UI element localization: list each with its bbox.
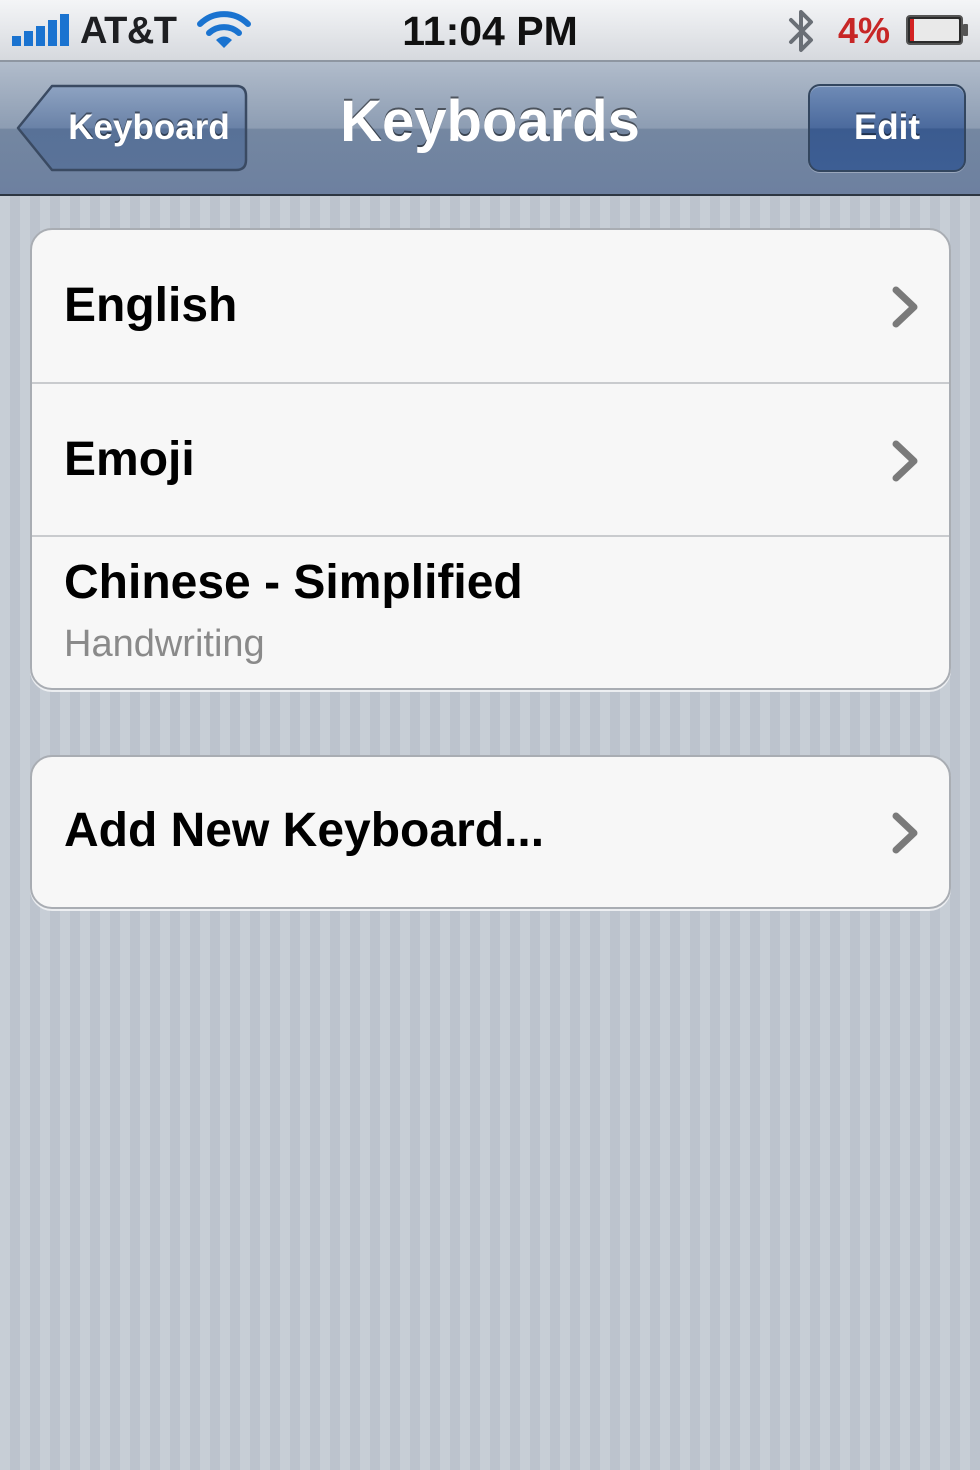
battery-percent: 4%	[838, 10, 891, 51]
chevron-right-icon	[892, 286, 918, 328]
add-new-keyboard-row[interactable]: Add New Keyboard...	[32, 757, 949, 907]
add-keyboard-group: Add New Keyboard...	[30, 755, 951, 909]
back-button[interactable]: Keyboard	[16, 84, 248, 172]
chevron-right-icon	[892, 812, 918, 854]
navigation-bar: Keyboard Keyboards Edit	[0, 62, 980, 196]
keyboard-label: Emoji	[64, 433, 195, 486]
status-bar: AT&T 11:04 PM 4%	[0, 0, 980, 62]
back-button-label: Keyboard	[68, 108, 230, 147]
keyboard-detail: Handwriting	[64, 623, 265, 665]
keyboard-label: Chinese - Simplified	[64, 556, 523, 609]
bluetooth-icon	[789, 10, 813, 52]
keyboard-row-emoji[interactable]: Emoji	[32, 384, 949, 537]
add-new-keyboard-label: Add New Keyboard...	[64, 804, 545, 857]
keyboard-label: English	[64, 279, 238, 332]
battery-icon	[906, 15, 968, 45]
page-title: Keyboards	[340, 89, 640, 154]
keyboard-row-english[interactable]: English	[32, 230, 949, 384]
keyboards-list: English Emoji Chinese - Simplified Handw…	[30, 228, 951, 690]
status-time: 11:04 PM	[402, 8, 578, 54]
chevron-right-icon	[892, 440, 918, 482]
edit-button[interactable]: Edit	[808, 84, 966, 172]
keyboard-row-chinese-simplified[interactable]: Chinese - Simplified Handwriting	[32, 537, 949, 688]
